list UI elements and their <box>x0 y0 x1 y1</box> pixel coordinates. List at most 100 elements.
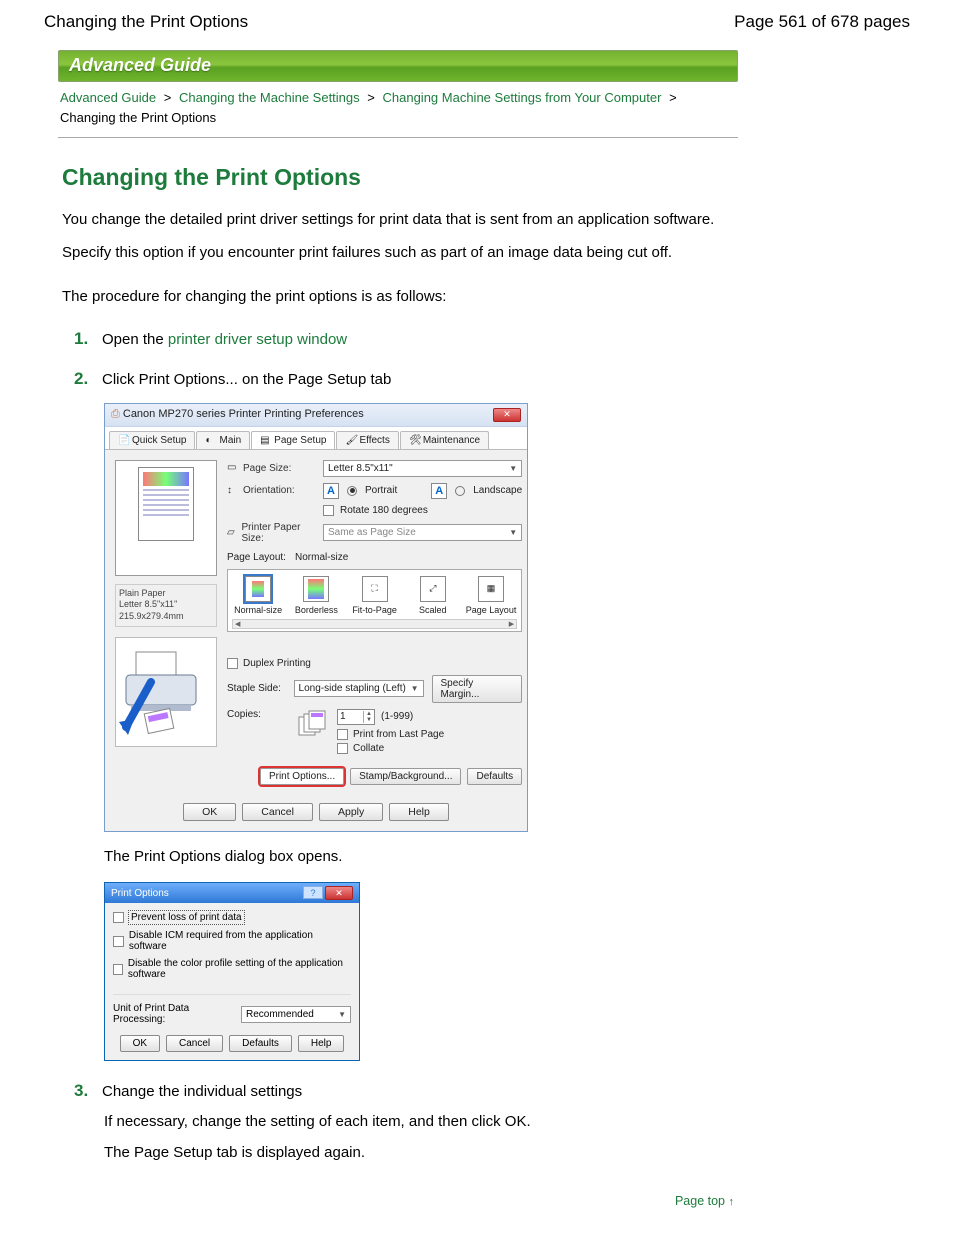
prevent-loss-label: Prevent loss of print data <box>129 911 244 924</box>
layout-scrollbar[interactable]: ◀▶ <box>232 619 517 629</box>
defaults-button[interactable]: Defaults <box>467 768 522 785</box>
step-detail: If necessary, change the setting of each… <box>104 1111 734 1134</box>
chevron-down-icon[interactable]: ▼ <box>366 717 372 723</box>
tab-main[interactable]: ◐Main <box>196 431 250 449</box>
print-from-last-page-label: Print from Last Page <box>353 729 444 740</box>
stamp-background-button[interactable]: Stamp/Background... <box>350 768 461 785</box>
help-button[interactable]: ? <box>303 886 323 899</box>
breadcrumb-current: Changing the Print Options <box>60 110 216 125</box>
printer-paper-label: Printer Paper Size: <box>242 522 316 544</box>
step-text: Change the individual settings <box>102 1083 302 1100</box>
print-options-button[interactable]: Print Options... <box>260 768 344 785</box>
copies-spinner[interactable]: 1 ▲▼ <box>337 709 375 725</box>
duplex-label: Duplex Printing <box>243 658 311 669</box>
ok-button[interactable]: OK <box>120 1035 160 1052</box>
staple-side-combo[interactable]: Long-side stapling (Left)▼ <box>294 680 424 697</box>
breadcrumb-link[interactable]: Changing the Machine Settings <box>179 90 360 105</box>
breadcrumb-link[interactable]: Advanced Guide <box>60 90 156 105</box>
landscape-icon: A <box>431 483 447 499</box>
disable-icm-label: Disable ICM required from the applicatio… <box>129 930 351 952</box>
apply-button[interactable]: Apply <box>319 803 383 821</box>
layout-scaled[interactable]: ⤢Scaled <box>407 576 459 615</box>
tab-maintenance[interactable]: 🛠Maintenance <box>400 431 489 449</box>
layout-normal-size[interactable]: Normal-size <box>232 576 284 615</box>
orientation-label: Orientation: <box>243 485 295 496</box>
wrench-icon: 🛠 <box>409 435 419 445</box>
dialog-title: ⎙ Canon MP270 series Printer Printing Pr… <box>111 408 364 421</box>
guide-banner: Advanced Guide <box>58 50 738 82</box>
layout-page-layout[interactable]: ▦Page Layout <box>465 576 517 615</box>
breadcrumb-sep: > <box>164 90 172 105</box>
checkbox-disable-icm[interactable] <box>113 936 124 947</box>
breadcrumb-link[interactable]: Changing Machine Settings from Your Comp… <box>383 90 662 105</box>
help-button[interactable]: Help <box>298 1035 345 1052</box>
page-title: Changing the Print Options <box>62 164 734 191</box>
chevron-down-icon: ▼ <box>338 1010 346 1019</box>
portrait-label: Portrait <box>365 485 397 496</box>
checkbox-print-from-last-page[interactable] <box>337 729 348 740</box>
doc-header-title: Changing the Print Options <box>44 12 248 32</box>
page-layout-label: Page Layout: <box>227 552 287 563</box>
print-options-dialog: Print Options ? ✕ Prevent loss of print … <box>104 882 360 1061</box>
specify-margin-button[interactable]: Specify Margin... <box>432 675 523 703</box>
preview-meta: Plain Paper Letter 8.5"x11" 215.9x279.4m… <box>115 584 217 627</box>
copies-icon <box>297 709 327 737</box>
tab-page-setup[interactable]: ▤Page Setup <box>251 431 335 449</box>
layout-borderless[interactable]: Borderless <box>290 576 342 615</box>
checkbox-prevent-loss[interactable] <box>113 912 124 923</box>
copies-range: (1-999) <box>381 711 413 722</box>
help-button[interactable]: Help <box>389 803 449 821</box>
page-layout-value: Normal-size <box>295 552 348 563</box>
disable-color-profile-label: Disable the color profile setting of the… <box>128 958 351 980</box>
ok-button[interactable]: OK <box>183 803 236 821</box>
step-text: Open the printer driver setup window <box>102 331 347 348</box>
settings-icon: ◐ <box>205 435 215 445</box>
arrow-up-icon: ↑ <box>729 1196 735 1208</box>
close-button[interactable]: ✕ <box>493 408 521 422</box>
checkbox-duplex[interactable] <box>227 658 238 669</box>
unit-processing-combo[interactable]: Recommended▼ <box>241 1006 351 1023</box>
page-size-combo[interactable]: Letter 8.5"x11"▼ <box>323 460 522 477</box>
chevron-down-icon: ▼ <box>509 528 517 537</box>
orientation-icon: ↕ <box>227 485 239 497</box>
page-size-icon: ▭ <box>227 462 239 474</box>
step-number: 3. <box>74 1081 92 1101</box>
cancel-button[interactable]: Cancel <box>166 1035 223 1052</box>
page-size-label: Page Size: <box>243 463 291 474</box>
page-preview <box>115 460 217 576</box>
cancel-button[interactable]: Cancel <box>242 803 313 821</box>
page-counter: Page 561 of 678 pages <box>734 12 910 32</box>
checkbox-rotate-180[interactable] <box>323 505 334 516</box>
tab-effects[interactable]: 🖌Effects <box>336 431 398 449</box>
breadcrumb-sep: > <box>669 90 677 105</box>
checkbox-collate[interactable] <box>337 743 348 754</box>
step-detail: The Page Setup tab is displayed again. <box>104 1142 734 1165</box>
brush-icon: 🖌 <box>345 435 355 445</box>
staple-side-label: Staple Side: <box>227 683 286 694</box>
step-link[interactable]: printer driver setup window <box>168 331 347 348</box>
rotate-label: Rotate 180 degrees <box>340 505 428 516</box>
radio-landscape[interactable] <box>455 486 465 496</box>
step-number: 1. <box>74 329 92 349</box>
printer-paper-combo: Same as Page Size▼ <box>323 524 522 541</box>
radio-portrait[interactable] <box>347 486 357 496</box>
unit-processing-label: Unit of Print Data Processing: <box>113 1003 231 1025</box>
defaults-button[interactable]: Defaults <box>229 1035 292 1052</box>
layout-selector: Normal-size Borderless ⛶Fit-to-Page ⤢Sca… <box>227 569 522 632</box>
checkbox-disable-color-profile[interactable] <box>113 964 123 975</box>
portrait-icon: A <box>323 483 339 499</box>
intro-paragraph: The procedure for changing the print opt… <box>62 286 734 309</box>
layout-fit-to-page[interactable]: ⛶Fit-to-Page <box>348 576 400 615</box>
copies-label: Copies: <box>227 709 287 720</box>
landscape-label: Landscape <box>473 485 522 496</box>
paper-icon: 📄 <box>118 435 128 445</box>
page-top-link[interactable]: Page top ↑ <box>675 1194 734 1208</box>
step-text-prefix: Open the <box>102 331 168 348</box>
intro-paragraph: Specify this option if you encounter pri… <box>62 242 734 265</box>
dialog-title: Print Options <box>111 888 169 899</box>
intro-paragraph: You change the detailed print driver set… <box>62 209 734 232</box>
close-button[interactable]: ✕ <box>325 886 353 900</box>
tab-quick-setup[interactable]: 📄Quick Setup <box>109 431 195 449</box>
step-note: The Print Options dialog box opens. <box>104 846 734 869</box>
printing-preferences-dialog: ⎙ Canon MP270 series Printer Printing Pr… <box>104 403 528 832</box>
